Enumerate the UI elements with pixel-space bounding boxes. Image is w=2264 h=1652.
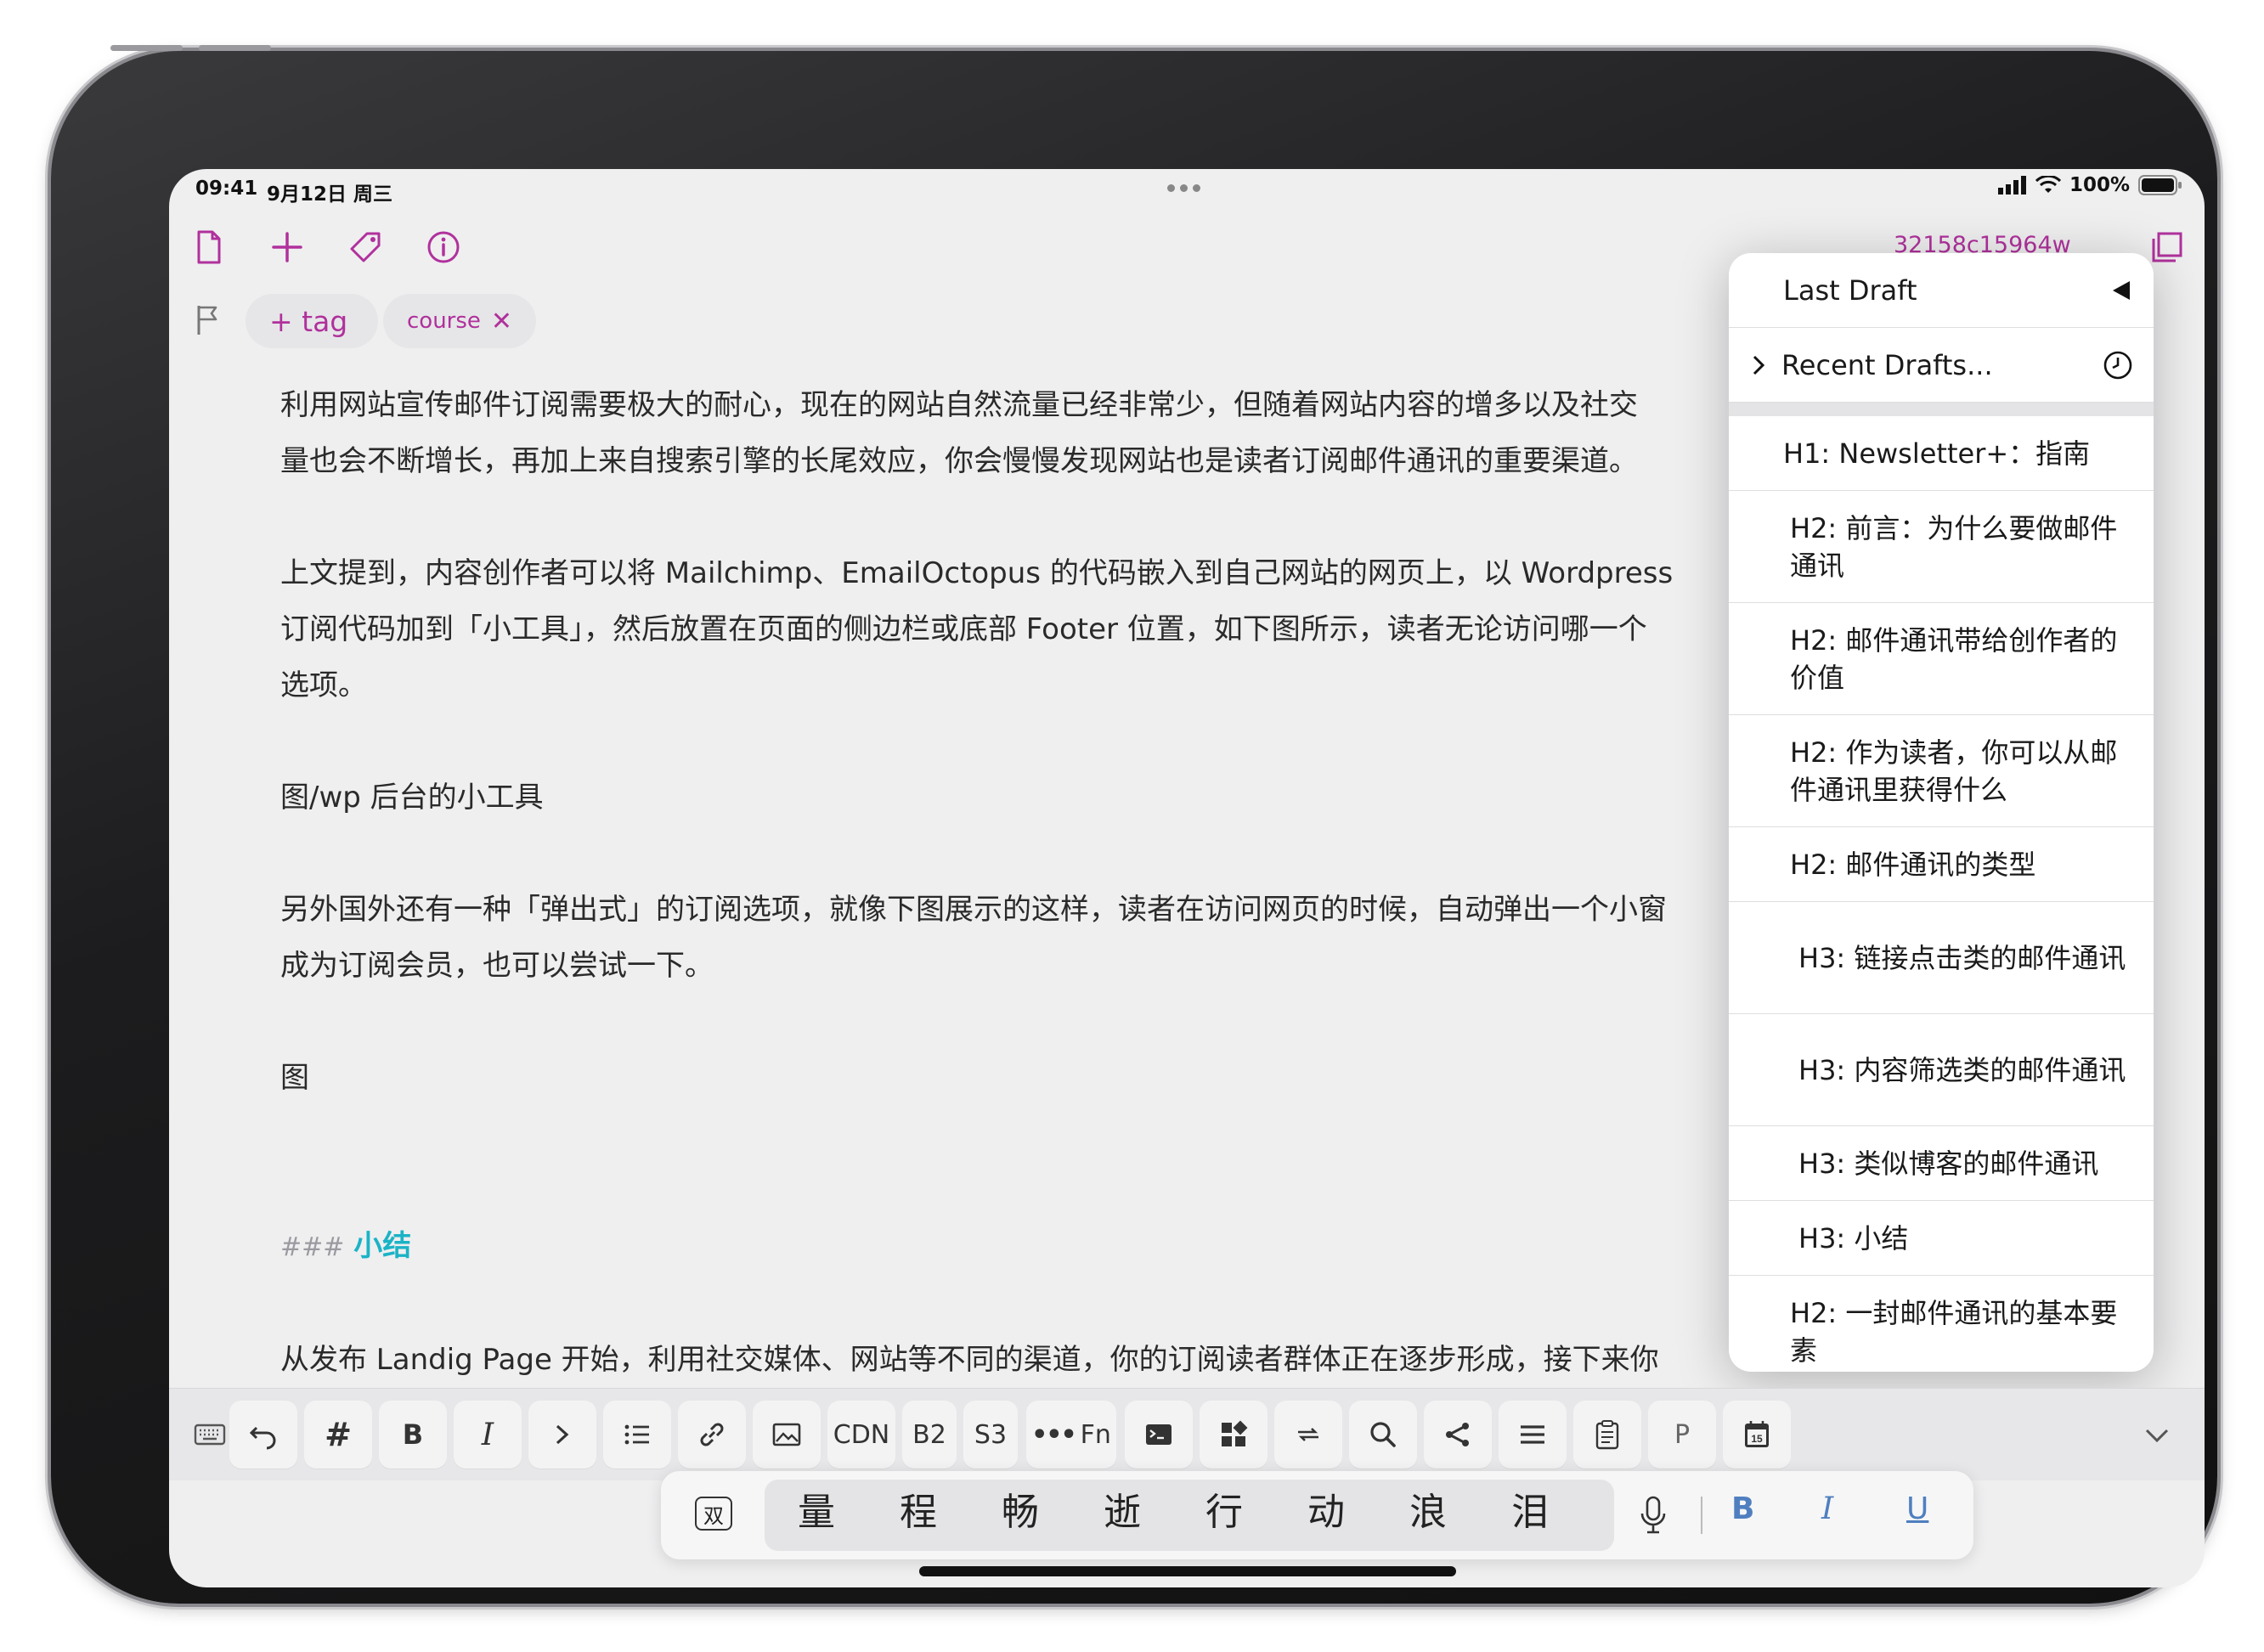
fn-label: Fn <box>1080 1419 1111 1450</box>
undo-key[interactable] <box>229 1401 297 1469</box>
more-dots-icon: ••• <box>1031 1419 1077 1450</box>
clipboard-icon[interactable] <box>1573 1401 1641 1469</box>
image-icon[interactable] <box>753 1401 821 1469</box>
editor-line: 从发布 Landig Page 开始，利用社交媒体、网站等不同的渠道，你的订阅读… <box>280 1343 1659 1377</box>
battery-icon <box>2138 175 2182 195</box>
candidate[interactable]: 量 <box>787 1481 846 1536</box>
outline-item[interactable]: H2: 一封邮件通讯的基本要素 <box>1729 1276 2154 1372</box>
outline-item[interactable]: H2: 前言：为什么要做邮件通讯 <box>1729 491 2154 603</box>
ime-candidate-bar: 双 量 程 畅 逝 行 动 浪 泪 B I U <box>661 1471 1973 1559</box>
new-draft-icon[interactable] <box>268 228 306 266</box>
cdn-key[interactable]: CDN <box>827 1401 895 1469</box>
editor-line: 选项。 <box>280 668 367 702</box>
popover-separator <box>1729 403 2154 416</box>
editor-line: 利用网站宣传邮件订阅需要极大的耐心，现在的网站自然流量已经非常少，但随着网站内容… <box>280 388 1638 422</box>
candidate[interactable]: 泪 <box>1500 1481 1560 1536</box>
add-tag-button[interactable]: + tag <box>246 294 378 348</box>
format-bold-button[interactable]: B <box>1731 1491 1754 1526</box>
back-triangle-icon <box>2113 280 2130 300</box>
outline-item[interactable]: H3: 内容筛选类的邮件通讯 <box>1729 1014 2154 1126</box>
format-italic-button[interactable]: I <box>1821 1491 1833 1526</box>
outline-item[interactable]: H3: 类似博客的邮件通讯 <box>1729 1126 2154 1201</box>
status-date: 9月12日 周三 <box>267 183 393 206</box>
preview-key[interactable]: P <box>1648 1401 1716 1469</box>
heading-key[interactable]: # <box>304 1401 372 1469</box>
blockquote-key[interactable] <box>528 1401 596 1469</box>
s3-key[interactable]: S3 <box>963 1401 1018 1469</box>
candidate[interactable]: 逝 <box>1092 1481 1152 1536</box>
collapse-chevron-icon[interactable] <box>2123 1401 2191 1469</box>
home-indicator[interactable] <box>919 1566 1456 1576</box>
editor-line: 另外国外还有一种「弹出式」的订阅选项，就像下图展示的这样，读者在访问网页的时候，… <box>280 893 1667 927</box>
candidate[interactable]: 动 <box>1296 1481 1356 1536</box>
status-time: 09:41 <box>195 178 258 200</box>
candidate[interactable]: 行 <box>1194 1481 1254 1536</box>
editor-line: 图/wp 后台的小工具 <box>280 781 544 815</box>
outline-item[interactable]: H1: Newsletter+：指南 <box>1729 416 2154 491</box>
editor-line: 上文提到，内容创作者可以将 Mailchimp、EmailOctopus 的代码… <box>280 556 1674 590</box>
remove-tag-icon[interactable]: ✕ <box>491 307 512 336</box>
bold-key[interactable]: B <box>379 1401 447 1469</box>
format-underline-button[interactable]: U <box>1906 1491 1928 1526</box>
fn-key[interactable]: ••• Fn <box>1026 1401 1116 1469</box>
last-draft-label: Last Draft <box>1783 273 1917 307</box>
share-icon[interactable] <box>1424 1401 1492 1469</box>
volume-button <box>110 45 183 51</box>
editor-line: 成为订阅会员，也可以尝试一下。 <box>280 949 714 983</box>
workflow-icon[interactable] <box>1274 1401 1342 1469</box>
calendar-icon[interactable]: 15 <box>1723 1401 1791 1469</box>
list-key[interactable] <box>603 1401 671 1469</box>
battery-percent: 100% <box>2069 174 2130 196</box>
document-icon[interactable] <box>190 228 228 266</box>
candidate[interactable]: 畅 <box>991 1481 1050 1536</box>
italic-key[interactable]: I <box>454 1401 522 1469</box>
actions-grid-icon[interactable] <box>1200 1401 1268 1469</box>
ipad-frame: 09:41 9月12日 周三 100% 32158c15964w + tag c… <box>51 45 2217 1604</box>
tag-course[interactable]: course ✕ <box>383 294 537 348</box>
candidate[interactable]: 程 <box>889 1481 948 1536</box>
editor-line: 订阅代码加到「小工具」，然后放置在页面的侧边栏或底部 Footer 位置，如下图… <box>280 612 1647 646</box>
recent-drafts-item[interactable]: Recent Drafts... <box>1729 328 2154 403</box>
candidate[interactable]: 浪 <box>1398 1481 1458 1536</box>
outline-item[interactable]: H2: 邮件通讯带给创作者的价值 <box>1729 603 2154 715</box>
outline-item[interactable]: H3: 链接点击类的邮件通讯 <box>1729 902 2154 1014</box>
editor-line: 量也会不断增长，再加上来自搜索引擎的长尾效应，你会慢慢发现网站也是读者订阅邮件通… <box>280 444 1638 478</box>
link-icon[interactable] <box>678 1401 746 1469</box>
info-icon[interactable] <box>425 228 462 266</box>
outline-item[interactable]: H2: 邮件通讯的类型 <box>1729 827 2154 902</box>
microphone-icon[interactable] <box>1638 1495 1668 1539</box>
outline-item[interactable]: H2: 作为读者，你可以从邮件通讯里获得什么 <box>1729 715 2154 827</box>
heading-text: 小结 <box>353 1229 412 1263</box>
extended-keyboard-row: # B I CDN B2 S3 ••• Fn P 15 <box>169 1388 2205 1480</box>
search-icon[interactable] <box>1349 1401 1417 1469</box>
recent-drafts-label: Recent Drafts... <box>1781 348 1993 381</box>
wifi-icon <box>2035 176 2061 193</box>
outline-item[interactable]: H3: 小结 <box>1729 1201 2154 1276</box>
svg-text:15: 15 <box>1751 1433 1763 1445</box>
multitasking-dots[interactable] <box>1167 184 1200 192</box>
tag-course-label: course <box>407 308 481 334</box>
markdown-heading: ### 小结 <box>280 1218 1894 1276</box>
terminal-icon[interactable] <box>1125 1401 1193 1469</box>
editor[interactable]: 利用网站宣传邮件订阅需要极大的耐心，现在的网站自然流量已经非常少，但随着网站内容… <box>280 377 1894 1388</box>
last-draft-item[interactable]: Last Draft <box>1729 253 2154 328</box>
clock-icon <box>2103 351 2132 379</box>
cellular-signal-icon <box>1997 176 2026 195</box>
expand-window-icon[interactable] <box>2148 228 2186 266</box>
candidate-divider <box>1701 1497 1702 1534</box>
flag-icon[interactable] <box>190 302 224 336</box>
navigation-popover: Last Draft Recent Drafts... H1: Newslett… <box>1729 253 2154 1372</box>
heading-marker: ### <box>280 1232 345 1262</box>
ime-mode-icon[interactable]: 双 <box>695 1497 732 1531</box>
tag-icon[interactable] <box>347 228 384 266</box>
b2-key[interactable]: B2 <box>902 1401 957 1469</box>
menu-lines-icon[interactable] <box>1499 1401 1567 1469</box>
chevron-right-icon <box>1753 355 1765 375</box>
screen: 09:41 9月12日 周三 100% 32158c15964w + tag c… <box>169 169 2205 1587</box>
volume-button <box>199 45 271 51</box>
editor-line: 图 <box>280 1061 309 1095</box>
status-indicators: 100% <box>1997 174 2182 196</box>
